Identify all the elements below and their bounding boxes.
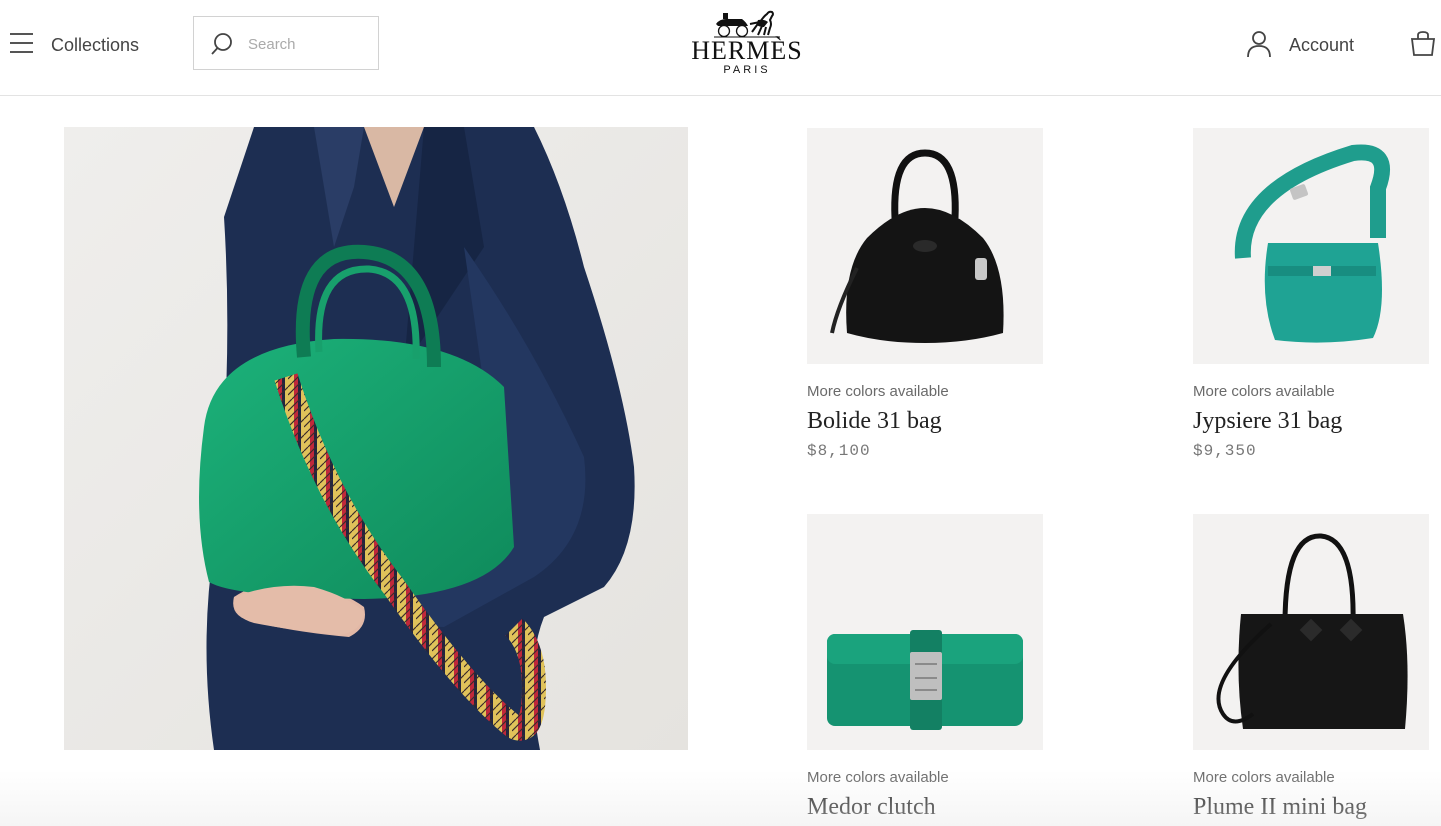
product-card[interactable]: More colors available Plume II mini bag (1193, 514, 1441, 821)
horse-carriage-logo-icon (714, 10, 780, 38)
search-icon (211, 33, 232, 55)
search-box[interactable] (193, 16, 379, 70)
product-price: $8,100 (807, 442, 871, 460)
product-card[interactable]: More colors available Bolide 31 bag $8,1… (807, 128, 1057, 460)
brand-name: HERMÈS (691, 36, 803, 65)
user-icon[interactable] (1246, 30, 1272, 58)
collections-link[interactable]: Collections (51, 35, 139, 56)
product-name[interactable]: Jypsiere 31 bag (1193, 408, 1441, 435)
jypsiere-bag-image (1234, 144, 1390, 343)
hamburger-icon[interactable] (10, 33, 34, 55)
product-image[interactable] (1193, 128, 1429, 364)
product-image[interactable] (1193, 514, 1429, 750)
product-price: $9,350 (1193, 442, 1257, 460)
product-name[interactable]: Plume II mini bag (1193, 794, 1441, 821)
colors-note: More colors available (1193, 383, 1335, 400)
medor-clutch-image (827, 630, 1023, 730)
product-card[interactable]: More colors available Jypsiere 31 bag $9… (1193, 128, 1441, 460)
brand-city: PARIS (723, 64, 771, 76)
account-link[interactable]: Account (1289, 35, 1354, 56)
model-with-bag-illustration (64, 127, 688, 750)
brand-logo[interactable]: HERMÈS PARIS (690, 8, 804, 78)
product-image[interactable] (807, 514, 1043, 750)
bolide-bag-image (830, 149, 1004, 343)
product-card[interactable]: More colors available Medor clutch (807, 514, 1057, 821)
product-name[interactable]: Bolide 31 bag (807, 408, 1057, 435)
site-header: Collections HERMÈS PARIS Account (0, 0, 1441, 96)
colors-note: More colors available (807, 769, 949, 786)
colors-note: More colors available (807, 383, 949, 400)
search-input[interactable] (246, 31, 370, 57)
hero-image[interactable] (64, 127, 688, 750)
plume-mini-bag-image (1216, 533, 1408, 729)
shopping-bag-icon[interactable] (1410, 30, 1436, 56)
colors-note: More colors available (1193, 769, 1335, 786)
product-name[interactable]: Medor clutch (807, 794, 1057, 821)
product-image[interactable] (807, 128, 1043, 364)
